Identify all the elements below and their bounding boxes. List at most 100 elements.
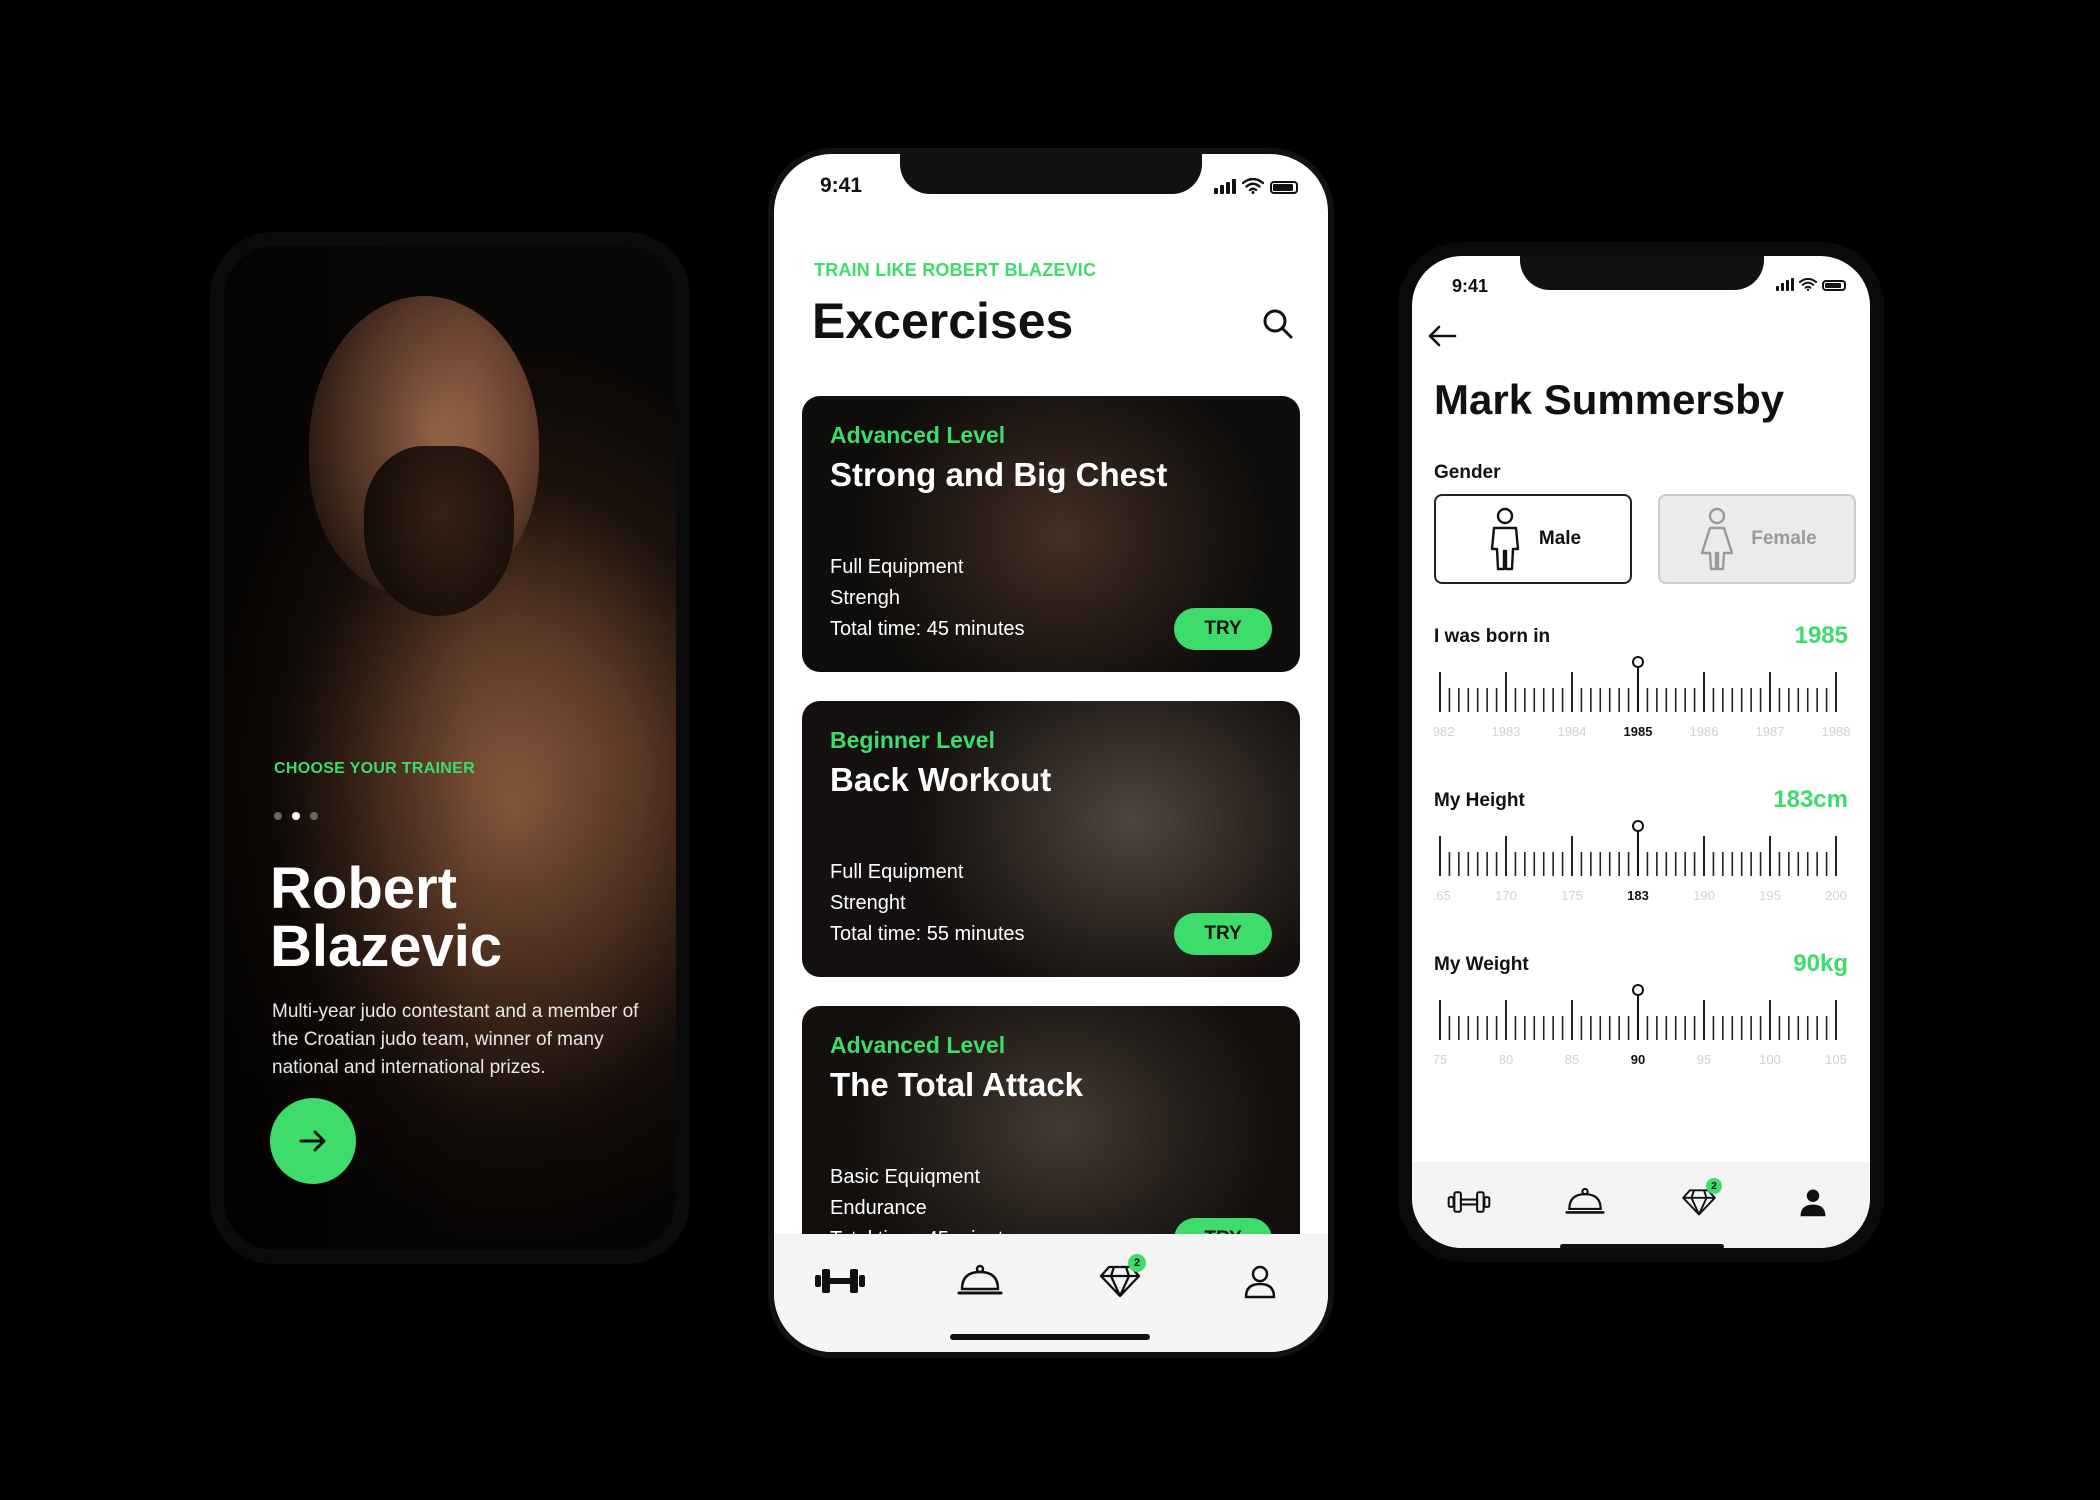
try-button[interactable]: TRY — [1174, 608, 1272, 650]
weight-label: My Weight — [1434, 954, 1529, 975]
status-icons — [1776, 278, 1846, 291]
ruler-tick-label: 1982 — [1434, 724, 1454, 739]
nav-workouts[interactable] — [810, 1256, 870, 1306]
train-like-tag: TRAIN LIKE ROBERT BLAZEVIC — [814, 260, 1097, 280]
born-label: I was born in — [1434, 626, 1551, 647]
card-time: Total time: 55 minutes — [830, 923, 1025, 945]
wifi-icon — [1242, 178, 1264, 194]
try-button[interactable]: TRY — [1174, 913, 1272, 955]
search-icon — [1263, 309, 1293, 339]
phone-notch — [900, 154, 1202, 194]
gender-male-label: Male — [1538, 528, 1582, 549]
born-value: 1985 — [1794, 622, 1848, 649]
phone-notch — [1520, 256, 1764, 290]
trainer-bio: Multi-year judo contestant and a member … — [272, 1001, 639, 1078]
ruler-tick-label: 1983 — [1492, 724, 1521, 739]
ruler-tick-label: 190 — [1693, 888, 1715, 903]
height-label: My Height — [1434, 790, 1525, 811]
choose-trainer-tag: CHOOSE YOUR TRAINER — [274, 760, 475, 777]
ruler-indicator-knob[interactable] — [1632, 984, 1644, 996]
card-focus: Strenght — [830, 892, 906, 914]
ruler-scale: 75 80 85 90 95 100 105 — [1433, 984, 1847, 1067]
height-ruler[interactable]: 165 170 175 183 190 195 200 — [1429, 820, 1854, 904]
search-button[interactable] — [1260, 306, 1296, 342]
ruler-tick-label: 170 — [1495, 888, 1517, 903]
ruler-tick-label: 105 — [1825, 1052, 1847, 1067]
weight-value: 90kg — [1793, 950, 1848, 977]
home-indicator[interactable] — [1560, 1244, 1724, 1248]
card-level: Advanced Level — [830, 1032, 1006, 1058]
gender-label: Gender — [1434, 462, 1501, 483]
arrow-left-icon — [1428, 325, 1457, 347]
ruler-tick-label: 80 — [1499, 1052, 1513, 1067]
profile-phone: 9:41 Mark Summersby Gender Male Female I… — [1398, 242, 1884, 1262]
ruler-tick-label: 95 — [1697, 1052, 1711, 1067]
bottom-nav: 2 — [1412, 1162, 1870, 1248]
born-ruler[interactable]: 1982 1983 1984 1985 1986 1987 1988 — [1426, 656, 1854, 740]
exercise-card[interactable]: Beginner Level Back Workout Full Equipme… — [802, 701, 1300, 977]
food-cloche-icon — [1565, 1187, 1605, 1214]
card-equipment: Full Equipment — [830, 556, 964, 578]
signal-icon — [1776, 278, 1794, 291]
ruler-tick-label: 200 — [1825, 888, 1847, 903]
bottom-nav: 2 — [774, 1234, 1328, 1352]
wifi-icon — [1799, 278, 1817, 291]
card-level: Advanced Level — [830, 422, 1006, 448]
page-dot[interactable] — [274, 812, 282, 820]
ruler-indicator-knob[interactable] — [1632, 820, 1644, 832]
ruler-scale: 1982 1983 1984 1985 1986 1987 1988 — [1426, 656, 1851, 739]
ruler-tick-label: 1985 — [1624, 724, 1653, 739]
male-icon — [1490, 507, 1520, 571]
next-button[interactable] — [270, 1098, 356, 1184]
page-dot[interactable] — [310, 812, 318, 820]
trainer-first-name: Robert — [270, 856, 457, 921]
nav-nutrition[interactable] — [950, 1256, 1010, 1306]
ruler-tick-label: 75 — [1434, 1052, 1447, 1067]
nav-nutrition[interactable] — [1558, 1182, 1612, 1222]
profile-icon — [1244, 1265, 1276, 1299]
exercise-card[interactable]: Advanced Level Strong and Big Chest Full… — [802, 396, 1300, 672]
notification-badge: 2 — [1706, 1178, 1722, 1194]
food-cloche-icon — [957, 1264, 1003, 1295]
page-dots[interactable] — [274, 812, 318, 820]
card-equipment: Full Equipment — [830, 861, 964, 883]
ruler-tick-label: 1986 — [1690, 724, 1719, 739]
nav-profile[interactable] — [1230, 1256, 1290, 1306]
card-equipment: Basic Equiqment — [830, 1166, 981, 1188]
ruler-indicator-knob[interactable] — [1632, 656, 1644, 668]
home-indicator[interactable] — [950, 1334, 1150, 1340]
nav-workouts[interactable] — [1442, 1182, 1496, 1222]
ruler-tick-label: 1988 — [1822, 724, 1851, 739]
ruler-tick-label: 100 — [1759, 1052, 1781, 1067]
card-focus: Endurance — [830, 1197, 927, 1219]
gender-female-option[interactable]: Female — [1658, 494, 1856, 584]
nav-profile[interactable] — [1786, 1182, 1840, 1222]
gender-male-option[interactable]: Male — [1434, 494, 1632, 584]
card-title: The Total Attack — [830, 1066, 1084, 1103]
card-title: Strong and Big Chest — [830, 456, 1168, 493]
battery-icon — [1822, 280, 1846, 291]
arrow-right-icon — [299, 1130, 326, 1152]
signal-icon — [1214, 179, 1236, 194]
height-value: 183cm — [1773, 786, 1848, 813]
nav-premium[interactable]: 2 — [1672, 1178, 1726, 1222]
card-time: Total time: 45 minutes — [830, 618, 1025, 640]
status-icons — [1214, 178, 1298, 194]
status-time: 9:41 — [1452, 276, 1489, 296]
page-title: Excercises — [812, 293, 1074, 349]
card-focus: Strengh — [830, 587, 901, 609]
exercises-phone: 9:41 TRAIN LIKE ROBERT BLAZEVIC Excercis… — [768, 148, 1334, 1358]
notification-badge: 2 — [1128, 1254, 1146, 1272]
card-title: Back Workout — [830, 761, 1052, 798]
battery-icon — [1270, 181, 1298, 194]
ruler-tick-label: 175 — [1561, 888, 1583, 903]
ruler-tick-label: 165 — [1434, 888, 1451, 903]
nav-premium[interactable]: 2 — [1090, 1254, 1150, 1306]
page-dot-active[interactable] — [292, 812, 300, 820]
ruler-tick-label: 195 — [1759, 888, 1781, 903]
back-button[interactable] — [1426, 322, 1462, 352]
ruler-tick-label: 1987 — [1756, 724, 1785, 739]
ruler-tick-label: 90 — [1631, 1052, 1645, 1067]
ruler-tick-label: 85 — [1565, 1052, 1579, 1067]
weight-ruler[interactable]: 75 80 85 90 95 100 105 — [1433, 984, 1854, 1068]
